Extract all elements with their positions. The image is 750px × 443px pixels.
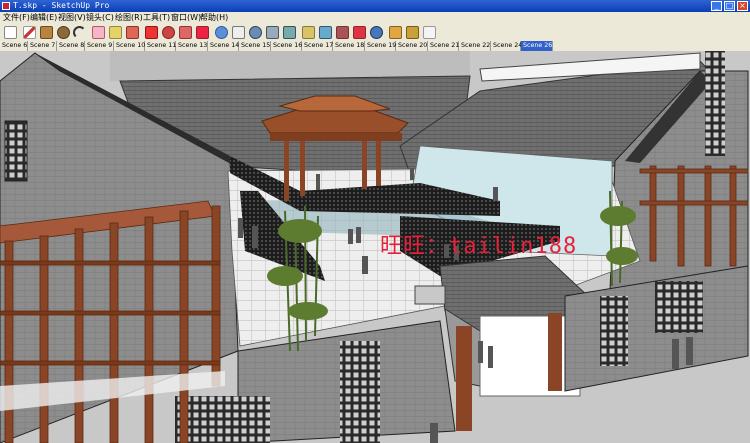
zoom-extents-icon[interactable] <box>283 26 296 39</box>
menu-help[interactable]: 帮助(H) <box>200 13 228 23</box>
tab-scene-20[interactable]: Scene 20 <box>396 41 428 51</box>
walk-icon[interactable] <box>319 26 332 39</box>
menu-file[interactable]: 文件(F) <box>3 13 30 23</box>
offset-icon[interactable] <box>196 26 209 39</box>
pencil-icon[interactable] <box>23 26 36 39</box>
close-button[interactable]: × <box>737 1 748 11</box>
scene-tabs: Scene 6 Scene 7 Scene 8 Scene 9 Scene 10… <box>0 41 750 51</box>
window-controls: _ □ × <box>711 1 748 11</box>
share-model-icon[interactable] <box>370 26 383 39</box>
tab-scene-8[interactable]: Scene 8 <box>57 41 85 51</box>
zoom-icon[interactable] <box>249 26 262 39</box>
window-title: T.skp - SketchUp Pro <box>13 1 110 10</box>
circle-icon[interactable] <box>57 26 70 39</box>
tab-scene-18[interactable]: Scene 18 <box>333 41 365 51</box>
menu-camera[interactable]: 镜头(C) <box>86 13 114 23</box>
tab-scene-26[interactable]: Scene 26 <box>521 41 553 51</box>
arc-icon[interactable] <box>73 26 86 39</box>
tab-scene-19[interactable]: Scene 19 <box>365 41 396 51</box>
orbit-icon[interactable] <box>215 26 228 39</box>
menu-window[interactable]: 窗口(W) <box>171 13 201 23</box>
zoom-window-icon[interactable] <box>266 26 279 39</box>
tab-scene-15[interactable]: Scene 15 <box>239 41 271 51</box>
get-models-icon[interactable] <box>353 26 366 39</box>
select-icon[interactable] <box>4 26 17 39</box>
paint-bucket-icon[interactable] <box>126 26 139 39</box>
tab-scene-7[interactable]: Scene 7 <box>28 41 57 51</box>
tab-scene-11[interactable]: Scene 11 <box>145 41 176 51</box>
rotate-icon[interactable] <box>162 26 175 39</box>
eraser-icon[interactable] <box>92 26 105 39</box>
pan-icon[interactable] <box>232 26 245 39</box>
layers-icon[interactable] <box>423 26 436 39</box>
push-pull-icon[interactable] <box>145 26 158 39</box>
styles-icon[interactable] <box>406 26 419 39</box>
tab-scene-9[interactable]: Scene 9 <box>85 41 114 51</box>
tab-scene-16[interactable]: Scene 16 <box>271 41 302 51</box>
tab-scene-10[interactable]: Scene 10 <box>114 41 145 51</box>
menu-draw[interactable]: 绘图(R) <box>115 13 143 23</box>
tab-scene-6[interactable]: Scene 6 <box>0 41 28 51</box>
watermark-text: 旺旺：tailin188 <box>380 234 578 259</box>
menu-view[interactable]: 视图(V) <box>58 13 86 23</box>
menu-edit[interactable]: 编辑(E) <box>30 13 57 23</box>
model-render <box>0 51 750 443</box>
tab-scene-17[interactable]: Scene 17 <box>302 41 333 51</box>
tab-scene-24[interactable]: Scene 24 <box>491 41 522 51</box>
section-plane-icon[interactable] <box>302 26 315 39</box>
app-icon <box>2 2 10 10</box>
toolbar <box>0 24 750 42</box>
rectangle-icon[interactable] <box>40 26 53 39</box>
tab-scene-13[interactable]: Scene 13 <box>176 41 208 51</box>
tab-scene-22[interactable]: Scene 22 <box>459 41 491 51</box>
menu-bar: 文件(F) 编辑(E) 视图(V) 镜头(C) 绘图(R) 工具(T) 窗口(W… <box>0 12 750 24</box>
tape-measure-icon[interactable] <box>109 26 122 39</box>
tab-scene-14[interactable]: Scene 14 <box>208 41 239 51</box>
follow-me-icon[interactable] <box>179 26 192 39</box>
title-bar: T.skp - SketchUp Pro _ □ × <box>0 0 750 12</box>
minimize-button[interactable]: _ <box>711 1 722 11</box>
look-around-icon[interactable] <box>336 26 349 39</box>
maximize-button[interactable]: □ <box>724 1 735 11</box>
sketchup-window: T.skp - SketchUp Pro _ □ × 文件(F) 编辑(E) 视… <box>0 0 750 443</box>
tab-scene-21[interactable]: Scene 21 <box>428 41 459 51</box>
model-viewport[interactable]: 旺旺：tailin188 <box>0 51 750 443</box>
components-icon[interactable] <box>389 26 402 39</box>
menu-tools[interactable]: 工具(T) <box>143 13 170 23</box>
